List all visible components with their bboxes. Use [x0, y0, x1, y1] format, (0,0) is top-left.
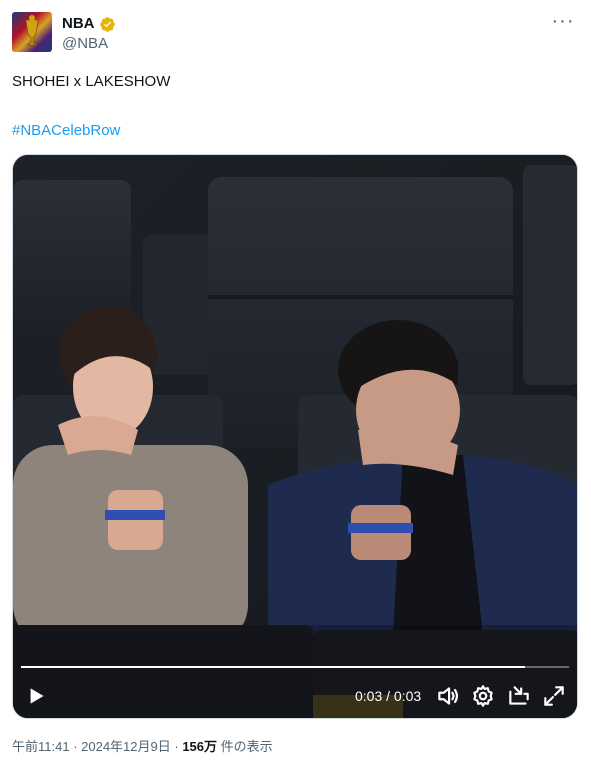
- volume-icon[interactable]: [435, 683, 461, 709]
- nba-logo-icon: [12, 12, 52, 52]
- progress-fill: [21, 666, 526, 668]
- post-header: NBA @NBA ···: [12, 11, 579, 56]
- settings-gear-icon[interactable]: [470, 683, 496, 709]
- duration: 0:03: [393, 688, 422, 704]
- post-meta: 午前11:41 · 2024年12月9日 · 156万 件の表示: [12, 738, 273, 755]
- hashtag-link[interactable]: #NBACelebRow: [12, 121, 120, 141]
- post-time[interactable]: 午前11:41: [12, 739, 70, 754]
- view-count: 156万: [182, 739, 218, 754]
- video-player[interactable]: 0:03 / 0:03: [12, 154, 578, 719]
- current-time: 0:03: [355, 688, 383, 704]
- verified-badge-icon: [100, 17, 115, 32]
- post-text: SHOHEI x LAKESHOW: [12, 73, 171, 90]
- more-dots-icon[interactable]: ···: [549, 11, 577, 34]
- avatar[interactable]: [12, 12, 52, 52]
- time-separator: /: [382, 688, 394, 704]
- post-date[interactable]: 2024年12月9日: [81, 739, 171, 754]
- video-frame: [13, 155, 577, 718]
- play-icon[interactable]: [23, 683, 49, 709]
- meta-separator: ·: [69, 739, 82, 754]
- video-time: 0:03 / 0:03: [355, 688, 421, 704]
- account-handle[interactable]: @NBA: [62, 34, 108, 54]
- fullscreen-icon[interactable]: [541, 683, 567, 709]
- progress-bar[interactable]: [21, 666, 569, 668]
- picture-in-picture-icon[interactable]: [506, 683, 532, 709]
- meta-separator-2: ·: [170, 739, 183, 754]
- view-count-suffix: 件の表示: [217, 739, 273, 754]
- account-name[interactable]: NBA: [62, 14, 95, 34]
